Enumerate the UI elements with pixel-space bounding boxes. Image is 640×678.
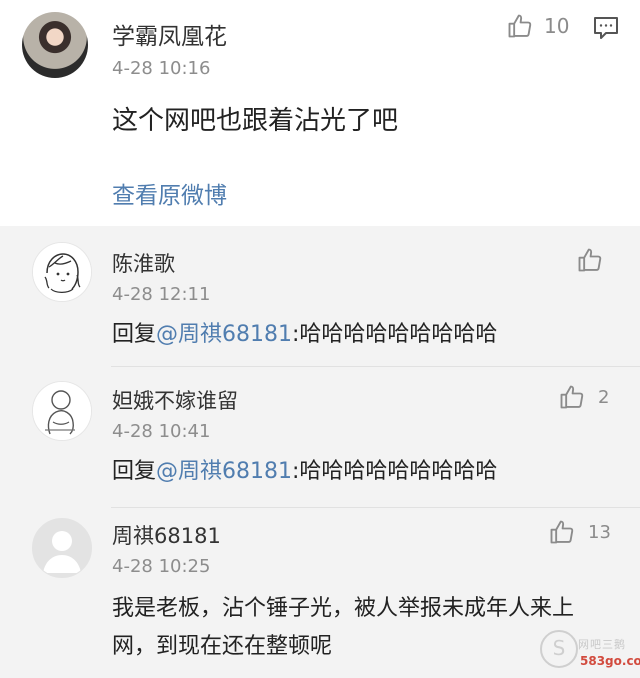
reply-body: :哈哈哈哈哈哈哈哈哈 (292, 322, 498, 347)
reply-avatar[interactable] (32, 381, 92, 441)
comment-button[interactable] (592, 15, 620, 45)
thumbs-up-icon (550, 520, 574, 544)
reply-time: 4-28 10:41 (112, 421, 211, 442)
view-original-post-link[interactable]: 查看原微博 (112, 176, 227, 210)
main-comment: 学霸凤凰花 4-28 10:16 这个网吧也跟着沾光了吧 查看原微博 10 (0, 0, 640, 226)
reply-like-button[interactable]: 13 (548, 518, 611, 546)
watermark-logo-icon: S (540, 630, 578, 668)
comment-icon (594, 17, 618, 39)
site-watermark: S 网吧三鹅 583go.com (532, 614, 640, 678)
main-comment-text: 这个网吧也跟着沾光了吧 (112, 106, 399, 136)
reply-like-count: 2 (598, 386, 610, 408)
sketch-figure-avatar-icon (33, 382, 91, 440)
reply-item: 妲娥不嫁谁留 4-28 10:41 回复@周祺68181:哈哈哈哈哈哈哈哈哈 2 (0, 367, 640, 507)
user-avatar[interactable] (22, 12, 88, 78)
main-like-button[interactable]: 10 (506, 12, 569, 40)
sketch-girl-avatar-icon (33, 243, 91, 301)
thumbs-up-icon (560, 385, 584, 409)
reply-avatar[interactable] (32, 518, 92, 578)
reply-text: 回复@周祺68181:哈哈哈哈哈哈哈哈哈 (112, 316, 616, 354)
reply-like-button[interactable] (576, 246, 604, 274)
replies-section: 陈淮歌 4-28 12:11 回复@周祺68181:哈哈哈哈哈哈哈哈哈 妲娥不嫁… (0, 226, 640, 678)
reply-prefix: 回复 (112, 459, 157, 484)
reply-like-count: 13 (588, 521, 611, 543)
reply-username[interactable]: 周祺68181 (112, 520, 221, 550)
thumbs-up-icon (508, 14, 532, 38)
reply-avatar[interactable] (32, 242, 92, 302)
thumbs-up-icon (578, 248, 602, 272)
main-like-count: 10 (544, 14, 570, 38)
main-comment-username[interactable]: 学霸凤凰花 (112, 17, 227, 51)
reply-username[interactable]: 陈淮歌 (112, 248, 175, 278)
reply-text: 回复@周祺68181:哈哈哈哈哈哈哈哈哈 (112, 453, 616, 491)
default-avatar-icon (33, 519, 91, 577)
mention-link[interactable]: @周祺68181 (156, 459, 292, 484)
main-comment-time: 4-28 10:16 (112, 58, 211, 79)
mention-link[interactable]: @周祺68181 (156, 322, 292, 347)
reply-body: :哈哈哈哈哈哈哈哈哈 (292, 459, 498, 484)
reply-time: 4-28 12:11 (112, 284, 211, 305)
watermark-url: 583go.com (580, 654, 640, 668)
reply-item: 陈淮歌 4-28 12:11 回复@周祺68181:哈哈哈哈哈哈哈哈哈 (0, 226, 640, 366)
reply-prefix: 回复 (112, 322, 157, 347)
watermark-text: 网吧三鹅 (578, 638, 626, 651)
reply-like-button[interactable]: 2 (558, 383, 609, 411)
reply-time: 4-28 10:25 (112, 556, 211, 577)
reply-username[interactable]: 妲娥不嫁谁留 (112, 385, 238, 415)
